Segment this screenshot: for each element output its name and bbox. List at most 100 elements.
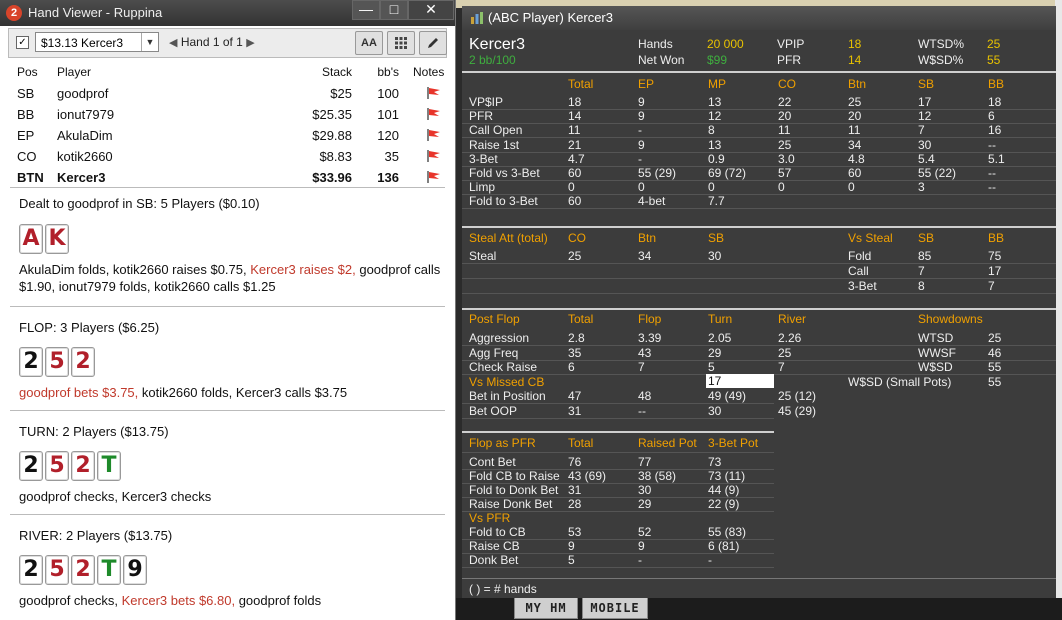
player-row[interactable]: SB goodprof $25 100 <box>17 83 447 104</box>
player-row[interactable]: BTN Kercer3 $33.96 136 <box>17 167 447 188</box>
preflop-col-header: SB <box>918 77 935 91</box>
river-action: goodprof checks, Kercer3 bets $6.80, goo… <box>19 592 444 609</box>
row-separator <box>462 123 1056 125</box>
postflop-col-header: Total <box>568 312 594 326</box>
flop-pfr-stat-label: Cont Bet <box>469 455 516 469</box>
postflop-col-header: River <box>778 312 807 326</box>
col-stack[interactable]: Stack <box>322 62 352 83</box>
col-notes[interactable]: Notes <box>413 62 444 83</box>
vpip-value: 18 <box>848 37 862 51</box>
player-row[interactable]: CO kotik2660 $8.83 35 <box>17 146 447 167</box>
col-pos[interactable]: Pos <box>17 62 38 83</box>
player-position: BB <box>17 107 35 122</box>
row-separator <box>462 345 1056 346</box>
note-flag-icon[interactable] <box>427 150 441 162</box>
note-flag-icon[interactable] <box>427 87 441 99</box>
font-size-button[interactable]: AA <box>355 31 383 55</box>
divider <box>462 226 1056 228</box>
preflop-stat-value: - <box>638 123 642 138</box>
postflop-stat-value: 47 <box>568 389 582 403</box>
hero-action-text: Kercer3 bets $6.80, <box>121 593 236 608</box>
flop-pfr-stat-label: Fold to CB <box>469 525 526 539</box>
action-text: goodprof folds <box>235 593 322 608</box>
postflop-stat-value: 5 <box>708 360 715 374</box>
postflop-stat-value: 7 <box>638 360 645 374</box>
player-name: Kercer3 <box>57 170 106 185</box>
action-text: goodprof checks, <box>19 593 122 608</box>
preflop-stat-value: 11 <box>778 123 791 138</box>
preflop-action: AkulaDim folds, kotik2660 raises $0.75, … <box>19 261 444 295</box>
chevron-down-icon[interactable]: ▼ <box>141 33 158 51</box>
preflop-stat-value: 21 <box>568 137 582 152</box>
preflop-stat-label: Raise 1st <box>469 137 520 152</box>
flop-pfr-stat-value: 52 <box>638 525 652 539</box>
player-stack: $33.96 <box>312 170 352 185</box>
edit-pencil-icon[interactable] <box>419 31 447 55</box>
player-bbs: 120 <box>377 128 399 143</box>
preflop-stat-value: 7.7 <box>708 194 725 209</box>
postflop-stat-value: 2.26 <box>778 331 802 345</box>
note-flag-icon[interactable] <box>427 171 441 183</box>
player-stack: $8.83 <box>319 149 352 164</box>
window-title: Hand Viewer - Ruppina <box>28 5 163 20</box>
background-window-edge <box>1055 0 1062 620</box>
action-text: AkulaDim folds, kotik2660 raises $0.75, <box>19 262 251 277</box>
vs-steal-value: 7 <box>918 264 925 278</box>
postflop-stat-value: 25 (12) <box>778 389 817 403</box>
hand-checkbox[interactable]: ✓ <box>16 36 29 49</box>
river-title: RIVER: 2 Players ($13.75) <box>19 528 173 543</box>
playing-card: A <box>19 224 43 254</box>
grid-icon[interactable] <box>387 31 415 55</box>
row-separator <box>462 151 1056 153</box>
next-hand-icon[interactable]: ▶ <box>246 37 254 49</box>
postflop-col-header: Turn <box>708 312 733 326</box>
preflop-stat-label: 3-Bet <box>469 151 498 166</box>
note-flag-icon[interactable] <box>427 108 441 120</box>
turn-action: goodprof checks, Kercer3 checks <box>19 489 212 504</box>
vs-steal-value: 17 <box>988 264 1002 278</box>
player-row[interactable]: BB ionut7979 $25.35 101 <box>17 104 447 125</box>
preflop-stat-value: 0 <box>708 180 715 195</box>
my-hm-button[interactable]: MY HM <box>514 597 578 619</box>
preflop-stat-value: 69 (72) <box>708 166 747 180</box>
col-player[interactable]: Player <box>57 62 91 83</box>
note-flag-icon[interactable] <box>427 129 441 141</box>
preflop-stat-value: 17 <box>918 95 932 109</box>
postflop-stat-value: 2.8 <box>568 331 585 345</box>
flop-pfr-col-header: 3-Bet Pot <box>708 436 759 450</box>
preflop-stat-value: - <box>638 151 642 166</box>
preflop-col-header: Total <box>568 77 594 91</box>
preflop-stat-value: 4-bet <box>638 194 666 209</box>
stats-icon <box>471 12 483 24</box>
postflop-stat-value: -- <box>638 403 646 418</box>
previous-hand-icon[interactable]: ◀ <box>169 37 177 49</box>
hole-cards: AK <box>19 224 71 254</box>
row-separator <box>462 293 1056 294</box>
vs-missed-cb-title: Vs Missed CB <box>469 375 545 389</box>
vs-steal-title: Vs Steal <box>848 231 893 245</box>
pfr-label: PFR <box>777 53 801 67</box>
flop-pfr-stat-value: 43 (69) <box>568 469 607 483</box>
hand-select-dropdown[interactable]: $13.13 Kercer3 ▼ <box>35 32 159 52</box>
row-separator <box>462 137 1056 139</box>
divider <box>462 71 1056 73</box>
flop-pfr-stat-value: - <box>638 553 642 567</box>
preflop-stat-value: 7 <box>918 123 925 138</box>
maximize-icon[interactable]: □ <box>380 0 408 20</box>
postflop-stat-value: 2.05 <box>708 331 732 345</box>
showdown-stat-value: 25 <box>988 331 1002 345</box>
close-icon[interactable]: ✕ <box>408 0 454 20</box>
steal-value: 34 <box>638 249 652 263</box>
flop-pfr-stat-value: 5 <box>568 553 575 567</box>
mobile-button[interactable]: MOBILE <box>582 597 648 619</box>
playing-card: 5 <box>45 555 69 585</box>
preflop-stat-label: VP$IP <box>469 95 504 109</box>
playing-card: 2 <box>19 347 43 377</box>
hero-action-text: Kercer3 raises $2, <box>250 262 356 277</box>
col-bbs[interactable]: bb's <box>377 62 399 83</box>
minimize-icon[interactable]: — <box>352 0 380 20</box>
steal-section-title: Steal Att (total) <box>469 231 548 245</box>
preflop-stat-label: Fold to 3-Bet <box>469 194 538 209</box>
player-row[interactable]: EP AkulaDim $29.88 120 <box>17 125 447 146</box>
playing-card: 5 <box>45 451 69 481</box>
